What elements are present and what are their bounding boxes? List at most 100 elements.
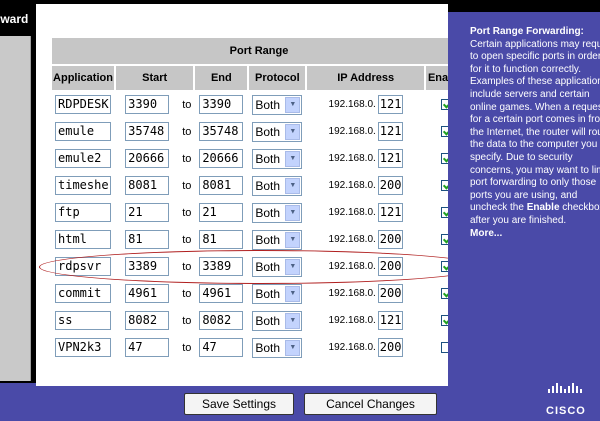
protocol-select[interactable]: Both ▼ — [252, 175, 303, 196]
protocol-select[interactable]: Both ▼ — [252, 148, 303, 169]
protocol-value: Both — [255, 124, 281, 139]
protocol-select[interactable]: Both ▼ — [252, 202, 303, 223]
ip-address-input[interactable]: 121 — [377, 149, 403, 168]
help-line: Certain applications may require you — [470, 38, 600, 50]
protocol-select[interactable]: Both ▼ — [252, 229, 303, 250]
ip-cell: 192.168.0. 200 — [307, 227, 424, 252]
start-port-input[interactable]: 81 — [125, 230, 170, 249]
chevron-down-icon: ▼ — [285, 312, 301, 329]
end-port-input[interactable]: 8082 — [199, 311, 244, 330]
start-port-input[interactable]: 4961 — [125, 284, 170, 303]
end-port-input[interactable]: 21 — [199, 203, 244, 222]
table-row: ftp 21 to 21 Both ▼ 192.168.0. 121 — [52, 200, 466, 225]
protocol-select[interactable]: Both ▼ — [252, 121, 303, 142]
to-cell: to — [180, 308, 194, 333]
table-row: commit 4961 to 4961 Both ▼ 192.168.0. 200 — [52, 281, 466, 306]
start-port-input[interactable]: 20666 — [125, 149, 170, 168]
end-port-input[interactable]: 47 — [199, 338, 244, 357]
ip-address-input[interactable]: 121 — [377, 95, 403, 114]
start-cell: 47 — [116, 335, 179, 360]
main-panel: Port Range Application Start End Protoco… — [36, 0, 483, 386]
application-name-input[interactable]: html — [55, 230, 111, 249]
to-label: to — [182, 233, 192, 246]
protocol-select[interactable]: Both ▼ — [252, 256, 303, 277]
start-port-input[interactable]: 21 — [125, 203, 170, 222]
end-port-input[interactable]: 4961 — [199, 284, 244, 303]
application-name-input[interactable]: ss — [55, 311, 111, 330]
to-cell: to — [180, 227, 194, 252]
application-cell: commit — [52, 281, 114, 306]
help-text: Port Range Forwarding: Certain applicati… — [470, 26, 600, 240]
start-port-input[interactable]: 35748 — [125, 122, 170, 141]
application-name-input[interactable]: VPN2k3 — [55, 338, 111, 357]
ip-cell: 192.168.0. 121 — [307, 92, 424, 117]
ip-address-input[interactable]: 200 — [377, 338, 403, 357]
application-cell: html — [52, 227, 114, 252]
protocol-value: Both — [255, 232, 281, 247]
application-name-input[interactable]: commit — [55, 284, 111, 303]
cancel-changes-button[interactable]: Cancel Changes — [304, 393, 437, 415]
to-label: to — [182, 314, 192, 327]
start-port-input[interactable]: 8082 — [125, 311, 170, 330]
left-footer — [0, 383, 36, 421]
to-cell: to — [180, 254, 194, 279]
chevron-down-icon: ▼ — [285, 150, 301, 167]
table-row: emule 35748 to 35748 Both ▼ 192.168.0. 121 — [52, 119, 466, 144]
end-port-input[interactable]: 8081 — [199, 176, 244, 195]
application-name-input[interactable]: RDPDESK — [55, 95, 111, 114]
ip-cell: 192.168.0. 200 — [307, 173, 424, 198]
start-port-input[interactable]: 47 — [125, 338, 170, 357]
ip-address-input[interactable]: 200 — [377, 176, 403, 195]
ip-address-input[interactable]: 200 — [377, 257, 403, 276]
start-cell: 8082 — [116, 308, 179, 333]
protocol-cell: Both ▼ — [249, 146, 306, 171]
protocol-cell: Both ▼ — [249, 281, 306, 306]
application-cell: RDPDESK — [52, 92, 114, 117]
end-port-input[interactable]: 20666 — [199, 149, 244, 168]
ip-address-input[interactable]: 200 — [377, 230, 403, 249]
protocol-select[interactable]: Both ▼ — [252, 283, 303, 304]
end-port-input[interactable]: 35748 — [199, 122, 244, 141]
protocol-value: Both — [255, 205, 281, 220]
application-cell: VPN2k3 — [52, 335, 114, 360]
ip-address-input[interactable]: 121 — [377, 311, 403, 330]
help-text-span: uncheck the — [470, 202, 527, 214]
chevron-down-icon: ▼ — [285, 258, 301, 275]
to-label: to — [182, 260, 192, 273]
ip-prefix: 192.168.0. — [328, 207, 376, 219]
end-port-input[interactable]: 81 — [199, 230, 244, 249]
protocol-select[interactable]: Both ▼ — [252, 94, 303, 115]
ip-cell: 192.168.0. 121 — [307, 308, 424, 333]
end-port-input[interactable]: 3390 — [199, 95, 244, 114]
table-row: emule2 20666 to 20666 Both ▼ 192.168.0. 121 — [52, 146, 466, 171]
end-cell: 4961 — [195, 281, 248, 306]
to-cell: to — [180, 119, 194, 144]
help-more-link[interactable]: More... — [470, 228, 600, 241]
protocol-cell: Both ▼ — [249, 119, 306, 144]
start-port-input[interactable]: 8081 — [125, 176, 170, 195]
protocol-cell: Both ▼ — [249, 173, 306, 198]
application-name-input[interactable]: emule2 — [55, 149, 111, 168]
col-ip-address: IP Address — [307, 66, 424, 90]
application-name-input[interactable]: emule — [55, 122, 111, 141]
protocol-select[interactable]: Both ▼ — [252, 310, 303, 331]
ip-address-input[interactable]: 121 — [377, 122, 403, 141]
help-text-bold: Enable — [526, 202, 560, 214]
application-name-input[interactable]: ftp — [55, 203, 111, 222]
save-settings-button[interactable]: Save Settings — [184, 393, 294, 415]
col-application: Application — [52, 66, 114, 90]
application-name-input[interactable]: rdpsvr — [55, 257, 111, 276]
ip-address-input[interactable]: 121 — [377, 203, 403, 222]
protocol-select[interactable]: Both ▼ — [252, 337, 303, 358]
application-name-input[interactable]: timeshe — [55, 176, 111, 195]
application-cell: ftp — [52, 200, 114, 225]
help-line: port forwarding to only those — [470, 177, 597, 189]
start-port-input[interactable]: 3390 — [125, 95, 170, 114]
help-line: to open specific ports in order — [470, 51, 600, 63]
protocol-cell: Both ▼ — [249, 227, 306, 252]
to-label: to — [182, 287, 192, 300]
ip-address-input[interactable]: 200 — [377, 284, 403, 303]
start-port-input[interactable]: 3389 — [125, 257, 170, 276]
ip-prefix: 192.168.0. — [328, 342, 376, 354]
end-port-input[interactable]: 3389 — [199, 257, 244, 276]
